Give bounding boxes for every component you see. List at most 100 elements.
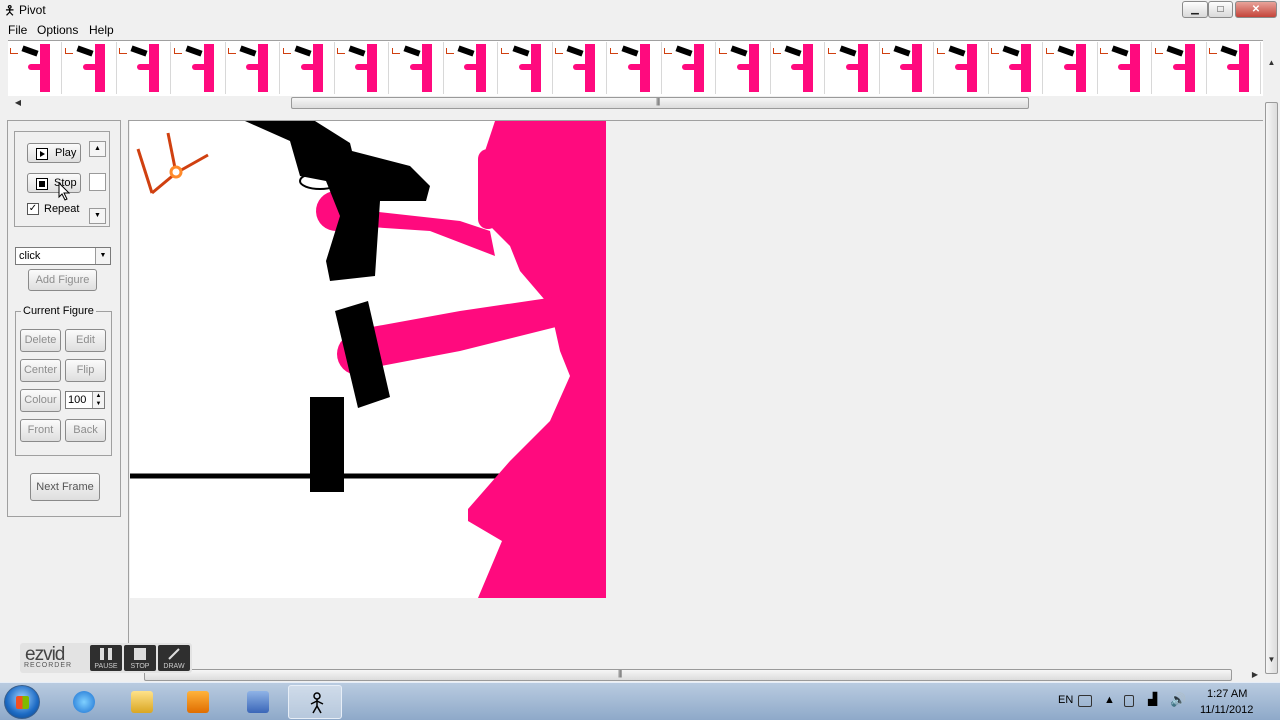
device-icon[interactable]	[1124, 695, 1134, 707]
scroll-grip-icon: |||	[618, 669, 622, 678]
filmstrip-frame[interactable]	[1153, 42, 1207, 94]
minimize-button[interactable]: ▁	[1182, 1, 1208, 18]
colour-button[interactable]: Colour	[20, 389, 61, 412]
frame-tag-figure	[446, 48, 454, 54]
animation-stage[interactable]	[130, 121, 606, 598]
frame-pink-body	[149, 44, 159, 92]
filmstrip-scroll-thumb[interactable]	[291, 97, 1029, 109]
figure-type-select[interactable]: click ▼	[15, 247, 111, 265]
filmstrip-frame[interactable]	[662, 42, 716, 94]
filmstrip-frame[interactable]	[989, 42, 1043, 94]
vertical-scrollbar[interactable]: ▲ ▼	[1263, 40, 1280, 674]
draw-button[interactable]: DRAW	[158, 645, 190, 671]
filmstrip-scrollbar[interactable]: ◀ |||	[8, 96, 1266, 110]
scroll-down-arrow-icon[interactable]: ▼	[1263, 652, 1280, 668]
frame-pink-body	[748, 44, 759, 92]
taskbar-media-player[interactable]	[170, 685, 224, 719]
frame-pink-body	[203, 44, 214, 92]
frame-tag-figure	[991, 48, 999, 54]
scroll-left-arrow-icon[interactable]: ◀	[10, 96, 26, 110]
network-icon[interactable]: ▟	[1148, 692, 1157, 706]
front-button[interactable]: Front	[20, 419, 61, 442]
frame-tag-figure	[391, 48, 400, 54]
canvas-scroll-thumb[interactable]	[144, 669, 1232, 681]
frame-pink-body	[94, 44, 105, 92]
filmstrip-frame[interactable]	[1098, 42, 1152, 94]
filmstrip-frame[interactable]	[608, 42, 662, 94]
small-stick-figure[interactable]	[136, 132, 209, 195]
frame-tag-figure	[936, 48, 945, 54]
frame-pink-body	[1239, 44, 1249, 92]
clock-date[interactable]: 11/11/2012	[1200, 704, 1253, 716]
canvas-horizontal-scrollbar[interactable]: ||| ▶	[128, 668, 1263, 682]
taskbar-explorer[interactable]	[114, 685, 168, 719]
filmstrip-frame[interactable]	[63, 42, 117, 94]
filmstrip-frame[interactable]	[771, 42, 825, 94]
play-button[interactable]: Play	[27, 143, 81, 163]
add-figure-button[interactable]: Add Figure	[28, 269, 97, 291]
filmstrip-frame[interactable]	[1207, 42, 1261, 94]
volume-icon[interactable]: 🔊	[1170, 692, 1186, 708]
dropped-magazine[interactable]	[310, 397, 344, 492]
filmstrip-frame[interactable]	[390, 42, 444, 94]
frame-gun	[1165, 45, 1184, 57]
filmstrip-frame[interactable]	[8, 42, 62, 94]
filmstrip-frame[interactable]	[117, 42, 171, 94]
filmstrip-frame[interactable]	[226, 42, 280, 94]
figure-type-value: click	[19, 250, 41, 262]
vertical-scroll-thumb[interactable]	[1265, 102, 1278, 674]
frame-filmstrip	[8, 40, 1266, 96]
speed-scroller[interactable]: ▲ ▼	[89, 141, 106, 224]
speed-down-arrow-icon[interactable]: ▼	[89, 208, 106, 224]
start-button[interactable]	[4, 685, 40, 719]
center-button[interactable]: Center	[20, 359, 61, 382]
repeat-checkbox[interactable]: ✓	[27, 203, 39, 215]
filmstrip-frame[interactable]	[335, 42, 389, 94]
back-button[interactable]: Back	[65, 419, 106, 442]
filmstrip-frame[interactable]	[172, 42, 226, 94]
filmstrip-frame[interactable]	[826, 42, 880, 94]
menu-options[interactable]: Options	[37, 23, 78, 37]
colour-spinner-icon[interactable]: ▲ ▼	[92, 392, 104, 408]
filmstrip-frame[interactable]	[444, 42, 498, 94]
speed-thumb[interactable]	[89, 173, 106, 191]
taskbar-ie[interactable]	[56, 685, 110, 719]
gun[interactable]	[245, 121, 430, 281]
pause-icon	[100, 648, 112, 660]
clock-time[interactable]: 1:27 AM	[1207, 688, 1247, 700]
close-button[interactable]: ✕	[1235, 1, 1277, 18]
pause-record-button[interactable]: PAUSE	[90, 645, 122, 671]
menu-file[interactable]: File	[8, 23, 27, 37]
maximize-button[interactable]: □	[1208, 1, 1233, 18]
menu-help[interactable]: Help	[89, 23, 114, 37]
next-frame-button[interactable]: Next Frame	[30, 473, 100, 501]
frame-gun	[893, 45, 911, 57]
edit-button[interactable]: Edit	[65, 329, 106, 352]
filmstrip-frame[interactable]	[880, 42, 934, 94]
frame-pink-body	[40, 44, 50, 92]
colour-value-input[interactable]: 100 ▲ ▼	[65, 391, 105, 409]
filmstrip-frame[interactable]	[1044, 42, 1098, 94]
stop-button[interactable]: Stop	[27, 173, 81, 193]
filmstrip-frame[interactable]	[281, 42, 335, 94]
flip-button[interactable]: Flip	[65, 359, 106, 382]
frame-tag-figure	[1209, 48, 1217, 54]
frame-tag-figure	[773, 48, 781, 54]
taskbar-tool-app[interactable]	[230, 685, 284, 719]
filmstrip-frame[interactable]	[553, 42, 607, 94]
chevron-down-icon[interactable]: ▼	[95, 248, 110, 264]
frame-tag-figure	[664, 48, 672, 54]
speed-up-arrow-icon[interactable]: ▲	[89, 141, 106, 157]
show-hidden-icons-icon[interactable]: ▲	[1104, 694, 1115, 706]
scroll-up-arrow-icon[interactable]: ▲	[1263, 55, 1280, 71]
delete-button[interactable]: Delete	[20, 329, 61, 352]
filmstrip-frame[interactable]	[499, 42, 553, 94]
language-indicator[interactable]: EN	[1058, 694, 1073, 706]
filmstrip-frame[interactable]	[717, 42, 771, 94]
taskbar-pivot[interactable]	[288, 685, 342, 719]
scroll-right-arrow-icon[interactable]: ▶	[1247, 668, 1263, 682]
filmstrip-frame[interactable]	[935, 42, 989, 94]
keyboard-icon[interactable]	[1078, 695, 1092, 707]
stop-record-button[interactable]: STOP	[124, 645, 156, 671]
frame-gun	[675, 45, 693, 57]
